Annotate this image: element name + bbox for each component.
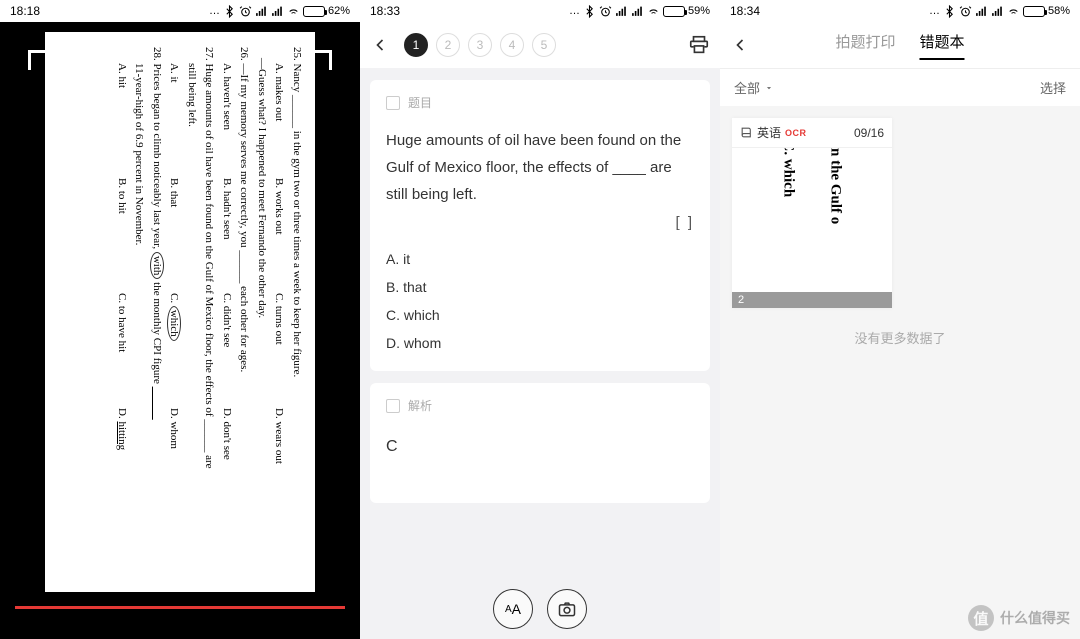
- wifi-icon: [287, 5, 300, 18]
- page-dot-4[interactable]: 4: [500, 33, 524, 57]
- alarm-icon: [599, 5, 612, 18]
- page-dot-3[interactable]: 3: [468, 33, 492, 57]
- filter-bar: 全部 选择: [720, 68, 1080, 106]
- signal-icon-2: [271, 5, 284, 18]
- option-b: B. that: [386, 273, 694, 301]
- alarm-icon: [959, 5, 972, 18]
- bottom-controls: AA: [360, 589, 720, 629]
- filter-all-button[interactable]: 全部: [734, 78, 774, 97]
- status-bar: 18:33 … 59%: [360, 0, 720, 22]
- battery-icon: [663, 6, 685, 17]
- chevron-down-icon: [764, 83, 774, 93]
- watermark-text: 什么值得买: [1000, 608, 1070, 628]
- scanned-document: 25. Nancy ______ in the gym two or three…: [45, 32, 315, 592]
- nav-bar: 1 2 3 4 5: [360, 22, 720, 68]
- wifi-icon: [647, 5, 660, 18]
- signal-icon: [975, 5, 988, 18]
- document-text: 25. Nancy ______ in the gym two or three…: [45, 32, 315, 592]
- option-c: C. which: [386, 301, 694, 329]
- no-more-data: 没有更多数据了: [732, 328, 1068, 347]
- nav-bar: 拍题打印 错题本: [720, 22, 1080, 68]
- status-icons: … 58%: [929, 5, 1070, 18]
- thumbnail-header: 英语 OCR 09/16: [732, 118, 892, 148]
- alarm-icon: [239, 5, 252, 18]
- battery-text: 58%: [1048, 5, 1070, 17]
- bluetooth-icon: [223, 5, 236, 18]
- clock: 18:33: [370, 4, 400, 18]
- battery-icon: [1023, 6, 1045, 17]
- page-dot-1[interactable]: 1: [404, 33, 428, 57]
- options-list: A. it B. that C. which D. whom: [386, 245, 694, 357]
- back-button[interactable]: [730, 35, 750, 55]
- clock: 18:34: [730, 4, 760, 18]
- select-button[interactable]: 选择: [1040, 78, 1066, 97]
- phone-screenshot-1: 18:18 … 62% 25. Nancy ______ in the gym …: [0, 0, 360, 639]
- page-dot-5[interactable]: 5: [532, 33, 556, 57]
- tab-bar: 拍题打印 错题本: [835, 31, 964, 60]
- clock: 18:18: [10, 4, 40, 18]
- watermark: 值 什么值得买: [968, 605, 1070, 631]
- option-a: A. it: [386, 245, 694, 273]
- page-dot-2[interactable]: 2: [436, 33, 460, 57]
- card-header: 解析: [386, 397, 694, 414]
- date-label: 09/16: [854, 126, 884, 140]
- camera-icon: [557, 599, 577, 619]
- bluetooth-icon: [943, 5, 956, 18]
- font-size-button[interactable]: AA: [493, 589, 533, 629]
- status-bar: 18:18 … 62%: [0, 0, 360, 22]
- signal-icon: [255, 5, 268, 18]
- camera-scan-view: 25. Nancy ______ in the gym two or three…: [0, 22, 360, 639]
- bluetooth-icon: [583, 5, 596, 18]
- tab-print[interactable]: 拍题打印: [835, 31, 895, 60]
- card-label: 解析: [408, 397, 432, 414]
- tab-wrongbook[interactable]: 错题本: [920, 31, 965, 60]
- battery-text: 62%: [328, 5, 350, 17]
- phone-screenshot-3: 18:34 … 58% 拍题打印 错题本 全部: [720, 0, 1080, 639]
- question-thumbnail[interactable]: 英语 OCR 09/16 on the Gulf o C. which 2: [732, 118, 892, 308]
- scan-line: [15, 606, 345, 609]
- signal-icon-2: [991, 5, 1004, 18]
- back-button[interactable]: [370, 35, 390, 55]
- question-text: Huge amounts of oil have been found on t…: [386, 127, 694, 208]
- more-icon: …: [929, 5, 940, 17]
- camera-button[interactable]: [547, 589, 587, 629]
- phone-screenshot-2: 18:33 … 59% 1 2 3 4 5: [360, 0, 720, 639]
- card-header: 题目: [386, 94, 694, 111]
- more-icon: …: [209, 5, 220, 17]
- battery-icon: [303, 6, 325, 17]
- thumbnail-preview: on the Gulf o C. which 2: [732, 148, 892, 308]
- page-indicator: 1 2 3 4 5: [404, 33, 556, 57]
- signal-icon-2: [631, 5, 644, 18]
- scan-corner-tr: [312, 50, 332, 70]
- wifi-icon: [1007, 5, 1020, 18]
- battery-text: 59%: [688, 5, 710, 17]
- subject-label: 英语: [757, 124, 781, 141]
- status-icons: … 59%: [569, 5, 710, 18]
- question-card: 题目 Huge amounts of oil have been found o…: [370, 80, 710, 371]
- select-checkbox[interactable]: [386, 399, 400, 413]
- book-icon: [740, 126, 753, 139]
- card-label: 题目: [408, 94, 432, 111]
- analysis-card: 解析 C: [370, 383, 710, 503]
- answer-brackets: [ ]: [386, 214, 694, 231]
- status-icons: … 62%: [209, 5, 350, 18]
- status-bar: 18:34 … 58%: [720, 0, 1080, 22]
- select-checkbox[interactable]: [386, 96, 400, 110]
- signal-icon: [615, 5, 628, 18]
- print-button[interactable]: [688, 34, 710, 56]
- watermark-icon: 值: [968, 605, 994, 631]
- ocr-badge: OCR: [785, 128, 807, 138]
- thumbnail-grid: 英语 OCR 09/16 on the Gulf o C. which 2 没有…: [720, 106, 1080, 359]
- option-d: D. whom: [386, 329, 694, 357]
- more-icon: …: [569, 5, 580, 17]
- thumbnail-count: 2: [732, 292, 892, 308]
- answer-text: C: [386, 430, 694, 456]
